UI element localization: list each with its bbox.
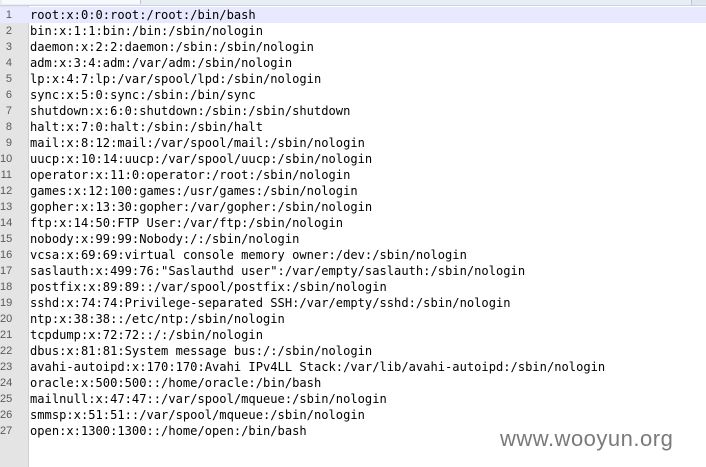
line-number: 20 <box>0 313 13 325</box>
line-number: 5 <box>5 73 12 85</box>
line-text[interactable]: open:x:1300:1300::/home/open:/bin/bash <box>30 423 307 439</box>
watermark: www.wooyun.org <box>500 426 674 451</box>
editor-line[interactable]: 18 postfix:x:89:89::/var/spool/postfix:/s… <box>0 279 706 295</box>
editor-line[interactable]: 4 adm:x:3:4:adm:/var/adm:/sbin/nologin <box>0 55 706 71</box>
line-number: 22 <box>0 345 13 357</box>
line-number: 27 <box>0 425 13 437</box>
line-text[interactable]: root:x:0:0:root:/root:/bin/bash <box>30 7 256 23</box>
editor-line[interactable]: 26 smmsp:x:51:51::/var/spool/mqueue:/sbin… <box>0 407 706 423</box>
line-text[interactable]: bin:x:1:1:bin:/bin:/sbin/nologin <box>30 23 263 39</box>
line-text[interactable]: oracle:x:500:500::/home/oracle:/bin/bash <box>30 375 321 391</box>
line-number: 24 <box>0 377 13 389</box>
editor-line[interactable]: 22 dbus:x:81:81:System message bus:/:/sbi… <box>0 343 706 359</box>
editor-line[interactable]: 25 mailnull:x:47:47::/var/spool/mqueue:/s… <box>0 391 706 407</box>
editor-line[interactable]: 24 oracle:x:500:500::/home/oracle:/bin/ba… <box>0 375 706 391</box>
editor-line[interactable]: 16 vcsa:x:69:69:virtual console memory ow… <box>0 247 706 263</box>
text-editor-area[interactable]: 1 root:x:0:0:root:/root:/bin/bash 2 bin:x:1… <box>0 7 706 439</box>
file-tab[interactable] <box>2 0 141 4</box>
editor-line[interactable]: 10 uucp:x:10:14:uucp:/var/spool/uucp:/sbi… <box>0 151 706 167</box>
line-text[interactable]: mailnull:x:47:47::/var/spool/mqueue:/sbi… <box>30 391 387 407</box>
line-text[interactable]: avahi-autoipd:x:170:170:Avahi IPv4LL Sta… <box>30 359 605 375</box>
line-text[interactable]: mail:x:8:12:mail:/var/spool/mail:/sbin/n… <box>30 135 365 151</box>
editor-line[interactable]: 2 bin:x:1:1:bin:/bin:/sbin/nologin <box>0 23 706 39</box>
line-text[interactable]: vcsa:x:69:69:virtual console memory owne… <box>30 247 467 263</box>
editor-line[interactable]: 3 daemon:x:2:2:daemon:/sbin:/sbin/nologin <box>0 39 706 55</box>
editor-line[interactable]: 11 operator:x:11:0:operator:/root:/sbin/n… <box>0 167 706 183</box>
line-number: 19 <box>0 297 13 309</box>
editor-line[interactable]: 6 sync:x:5:0:sync:/sbin:/bin/sync <box>0 87 706 103</box>
line-number: 1 <box>5 9 12 21</box>
line-number: 14 <box>0 217 13 229</box>
line-text[interactable]: ftp:x:14:50:FTP User:/var/ftp:/sbin/nolo… <box>30 215 343 231</box>
line-text[interactable]: games:x:12:100:games:/usr/games:/sbin/no… <box>30 183 358 199</box>
line-text[interactable]: daemon:x:2:2:daemon:/sbin:/sbin/nologin <box>30 39 314 55</box>
line-text[interactable]: nobody:x:99:99:Nobody:/:/sbin/nologin <box>30 231 299 247</box>
line-number: 23 <box>0 361 13 373</box>
line-number: 7 <box>5 105 12 117</box>
line-text[interactable]: operator:x:11:0:operator:/root:/sbin/nol… <box>30 167 350 183</box>
editor-line[interactable]: 12 games:x:12:100:games:/usr/games:/sbin/… <box>0 183 706 199</box>
line-text[interactable]: uucp:x:10:14:uucp:/var/spool/uucp:/sbin/… <box>30 151 372 167</box>
line-text[interactable]: postfix:x:89:89::/var/spool/postfix:/sbi… <box>30 279 387 295</box>
line-text[interactable]: ntp:x:38:38::/etc/ntp:/sbin/nologin <box>30 311 285 327</box>
line-text[interactable]: tcpdump:x:72:72::/:/sbin/nologin <box>30 327 263 343</box>
line-text[interactable]: sync:x:5:0:sync:/sbin:/bin/sync <box>30 87 256 103</box>
line-text[interactable]: smmsp:x:51:51::/var/spool/mqueue:/sbin/n… <box>30 407 365 423</box>
editor-line[interactable]: 20 ntp:x:38:38::/etc/ntp:/sbin/nologin <box>0 311 706 327</box>
line-number: 12 <box>0 185 13 197</box>
line-number: 6 <box>5 89 12 101</box>
line-text[interactable]: dbus:x:81:81:System message bus:/:/sbin/… <box>30 343 372 359</box>
tab-scroll-control[interactable] <box>691 0 706 5</box>
line-number: 3 <box>5 41 12 53</box>
current-line[interactable]: 1 root:x:0:0:root:/root:/bin/bash <box>0 7 706 23</box>
editor-line[interactable]: 23 avahi-autoipd:x:170:170:Avahi IPv4LL S… <box>0 359 706 375</box>
line-number: 16 <box>0 249 13 261</box>
line-number: 15 <box>0 233 13 245</box>
line-text[interactable]: sshd:x:74:74:Privilege-separated SSH:/va… <box>30 295 511 311</box>
editor-line[interactable]: 5 lp:x:4:7:lp:/var/spool/lpd:/sbin/nologi… <box>0 71 706 87</box>
line-number: 8 <box>5 121 12 133</box>
line-number: 9 <box>5 137 12 149</box>
line-text[interactable]: saslauth:x:499:76:"Saslauthd user":/var/… <box>30 263 525 279</box>
editor-line[interactable]: 13 gopher:x:13:30:gopher:/var/gopher:/sbi… <box>0 199 706 215</box>
line-number: 17 <box>0 265 13 277</box>
editor-line[interactable]: 7 shutdown:x:6:0:shutdown:/sbin:/sbin/shu… <box>0 103 706 119</box>
editor-line[interactable]: 21 tcpdump:x:72:72::/:/sbin/nologin <box>0 327 706 343</box>
line-number: 11 <box>0 169 12 181</box>
line-number: 10 <box>0 153 13 165</box>
line-number: 21 <box>0 329 13 341</box>
line-text[interactable]: halt:x:7:0:halt:/sbin:/sbin/halt <box>30 119 263 135</box>
line-text[interactable]: lp:x:4:7:lp:/var/spool/lpd:/sbin/nologin <box>30 71 321 87</box>
editor-line[interactable]: 17 saslauth:x:499:76:"Saslauthd user":/va… <box>0 263 706 279</box>
editor-line[interactable]: 19 sshd:x:74:74:Privilege-separated SSH:/… <box>0 295 706 311</box>
line-text[interactable]: adm:x:3:4:adm:/var/adm:/sbin/nologin <box>30 55 292 71</box>
line-text[interactable]: shutdown:x:6:0:shutdown:/sbin:/sbin/shut… <box>30 103 350 119</box>
tab-bar-remnant <box>0 0 706 6</box>
editor-line[interactable]: 9 mail:x:8:12:mail:/var/spool/mail:/sbin/… <box>0 135 706 151</box>
line-number: 2 <box>5 25 12 37</box>
line-text[interactable]: gopher:x:13:30:gopher:/var/gopher:/sbin/… <box>30 199 372 215</box>
line-number: 13 <box>0 201 13 213</box>
editor-line[interactable]: 14 ftp:x:14:50:FTP User:/var/ftp:/sbin/no… <box>0 215 706 231</box>
line-number: 26 <box>0 409 13 421</box>
line-number: 18 <box>0 281 13 293</box>
line-number: 25 <box>0 393 13 405</box>
line-number: 4 <box>5 57 12 69</box>
editor-line[interactable]: 15 nobody:x:99:99:Nobody:/:/sbin/nologin <box>0 231 706 247</box>
editor-line[interactable]: 8 halt:x:7:0:halt:/sbin:/sbin/halt <box>0 119 706 135</box>
